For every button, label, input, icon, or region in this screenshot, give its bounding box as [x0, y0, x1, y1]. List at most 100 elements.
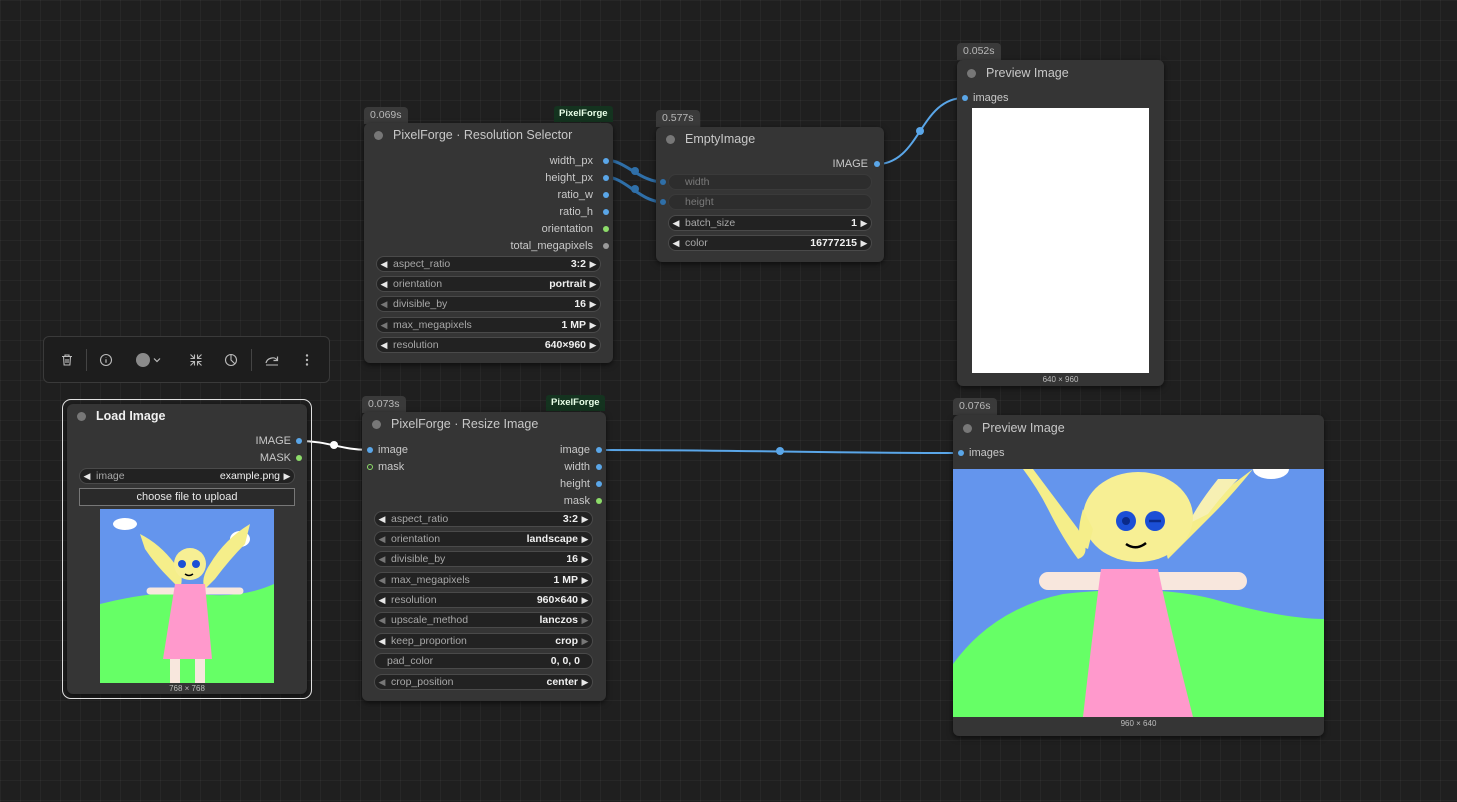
arrow-right-icon[interactable]: ▶: [578, 514, 592, 525]
port-images-in[interactable]: [958, 450, 964, 456]
arrow-left-icon[interactable]: ◀: [377, 279, 391, 290]
upload-button[interactable]: choose file to upload: [79, 488, 295, 506]
widget-max-megapixels[interactable]: ◀ max_megapixels 1 MP ▶: [376, 317, 601, 333]
arrow-left-icon[interactable]: ◀: [375, 514, 389, 525]
port-total-megapixels[interactable]: [603, 243, 609, 249]
port-mask-out[interactable]: [596, 498, 602, 504]
arrow-right-icon[interactable]: ▶: [578, 677, 592, 688]
node-header[interactable]: Load Image: [67, 404, 307, 428]
widget-aspect-ratio[interactable]: ◀ aspect_ratio 3:2 ▶: [374, 511, 593, 527]
collapse-icon[interactable]: [185, 349, 207, 371]
port-mask-in[interactable]: [367, 464, 373, 470]
link-width[interactable]: [605, 158, 664, 184]
arrow-left-icon[interactable]: ◀: [375, 554, 389, 565]
trash-icon[interactable]: [56, 349, 78, 371]
widget-upscale-method[interactable]: ◀ upscale_method lanczos ▶: [374, 612, 593, 628]
widget-aspect-ratio[interactable]: ◀ aspect_ratio 3:2 ▶: [376, 256, 601, 272]
arrow-right-icon[interactable]: ▶: [578, 554, 592, 565]
arrow-right-icon[interactable]: ▶: [586, 279, 600, 290]
node-header[interactable]: PixelForge · Resolution Selector: [364, 123, 613, 147]
arrow-left-icon[interactable]: ◀: [377, 320, 391, 331]
arrow-right-icon[interactable]: ▶: [586, 299, 600, 310]
arrow-right-icon[interactable]: ▶: [578, 575, 592, 586]
arrow-right-icon[interactable]: ▶: [578, 615, 592, 626]
arrow-left-icon[interactable]: ◀: [80, 471, 94, 482]
widget-max-megapixels[interactable]: ◀ max_megapixels 1 MP ▶: [374, 572, 593, 588]
widget-divisible-by[interactable]: ◀ divisible_by 16 ▶: [374, 551, 593, 567]
node-header[interactable]: EmptyImage: [656, 127, 884, 151]
port-height-out[interactable]: [596, 481, 602, 487]
arrow-left-icon[interactable]: ◀: [377, 340, 391, 351]
widget-color[interactable]: ◀ color 16777215 ▶: [668, 235, 872, 251]
widget-pad-color[interactable]: pad_color 0, 0, 0: [374, 653, 593, 669]
arrow-left-icon[interactable]: ◀: [375, 615, 389, 626]
palette-icon[interactable]: [220, 349, 242, 371]
node-resolution-selector[interactable]: PixelForge · Resolution Selector width_p…: [364, 123, 613, 363]
node-header[interactable]: Preview Image: [957, 60, 1164, 86]
info-icon[interactable]: [95, 349, 117, 371]
arrow-right-icon[interactable]: ▶: [578, 636, 592, 647]
widget-resolution[interactable]: ◀ resolution 960×640 ▶: [374, 592, 593, 608]
node-header[interactable]: PixelForge · Resize Image: [362, 412, 606, 436]
port-image-in[interactable]: [367, 447, 373, 453]
arrow-right-icon[interactable]: ▶: [280, 471, 294, 482]
arrow-left-icon[interactable]: ◀: [375, 575, 389, 586]
widget-orientation[interactable]: ◀ orientation landscape ▶: [374, 531, 593, 547]
port-image-out[interactable]: [296, 438, 302, 444]
collapse-dot-icon[interactable]: [967, 68, 976, 78]
arrow-right-icon[interactable]: ▶: [857, 238, 871, 249]
node-load-image[interactable]: Load Image IMAGE MASK ◀ image example.png ▶…: [67, 404, 307, 694]
widget-keep-proportion[interactable]: ◀ keep_proportion crop ▶: [374, 633, 593, 649]
arrow-right-icon[interactable]: ▶: [857, 218, 871, 229]
widget-image-select[interactable]: ◀ image example.png ▶: [79, 468, 295, 484]
arrow-left-icon[interactable]: ◀: [669, 218, 683, 229]
arrow-left-icon[interactable]: ◀: [669, 238, 683, 249]
arrow-left-icon[interactable]: ◀: [375, 534, 389, 545]
widget-batch-size[interactable]: ◀ batch_size 1 ▶: [668, 215, 872, 231]
arrow-right-icon[interactable]: ▶: [578, 534, 592, 545]
port-width-px[interactable]: [603, 158, 609, 164]
port-height-in[interactable]: [660, 199, 666, 205]
node-preview-image-bottom[interactable]: Preview Image images 960 × 640: [953, 415, 1324, 736]
node-header[interactable]: Preview Image: [953, 415, 1324, 441]
link-height[interactable]: [605, 175, 664, 204]
bypass-icon[interactable]: [261, 349, 283, 371]
collapse-dot-icon[interactable]: [372, 419, 381, 429]
port-orientation[interactable]: [603, 226, 609, 232]
node-empty-image[interactable]: EmptyImage IMAGE width height ◀ batch_siz…: [656, 127, 884, 262]
node-resize-image[interactable]: PixelForge · Resize Image image mask ima…: [362, 412, 606, 701]
arrow-right-icon[interactable]: ▶: [578, 595, 592, 606]
arrow-right-icon[interactable]: ▶: [586, 340, 600, 351]
arrow-right-icon[interactable]: ▶: [586, 320, 600, 331]
port-width-out[interactable]: [596, 464, 602, 470]
link-empty-to-preview[interactable]: [876, 97, 965, 165]
arrow-left-icon[interactable]: ◀: [375, 595, 389, 606]
port-image-out[interactable]: [596, 447, 602, 453]
port-ratio-w[interactable]: [603, 192, 609, 198]
collapse-dot-icon[interactable]: [374, 130, 383, 140]
widget-divisible-by[interactable]: ◀ divisible_by 16 ▶: [376, 296, 601, 312]
collapse-dot-icon[interactable]: [77, 411, 86, 421]
widget-crop-position[interactable]: ◀ crop_position center ▶: [374, 674, 593, 690]
arrow-left-icon[interactable]: ◀: [377, 259, 391, 270]
port-mask-out[interactable]: [296, 455, 302, 461]
widget-label: width: [685, 176, 710, 188]
widget-orientation[interactable]: ◀ orientation portrait ▶: [376, 276, 601, 292]
port-images-in[interactable]: [962, 95, 968, 101]
link-resize-to-preview[interactable]: [598, 449, 961, 454]
arrow-left-icon[interactable]: ◀: [375, 636, 389, 647]
arrow-left-icon[interactable]: ◀: [375, 677, 389, 688]
chevron-down-icon[interactable]: [150, 349, 164, 371]
more-icon[interactable]: [296, 349, 318, 371]
port-ratio-h[interactable]: [603, 209, 609, 215]
arrow-left-icon[interactable]: ◀: [377, 299, 391, 310]
arrow-right-icon[interactable]: ▶: [586, 259, 600, 270]
link-load-to-resize[interactable]: [298, 440, 371, 451]
port-image-out[interactable]: [874, 161, 880, 167]
node-preview-image-top[interactable]: Preview Image images 640 × 960: [957, 60, 1164, 386]
collapse-dot-icon[interactable]: [666, 134, 675, 144]
collapse-dot-icon[interactable]: [963, 423, 972, 433]
port-height-px[interactable]: [603, 175, 609, 181]
port-width-in[interactable]: [660, 179, 666, 185]
widget-resolution[interactable]: ◀ resolution 640×960 ▶: [376, 337, 601, 353]
